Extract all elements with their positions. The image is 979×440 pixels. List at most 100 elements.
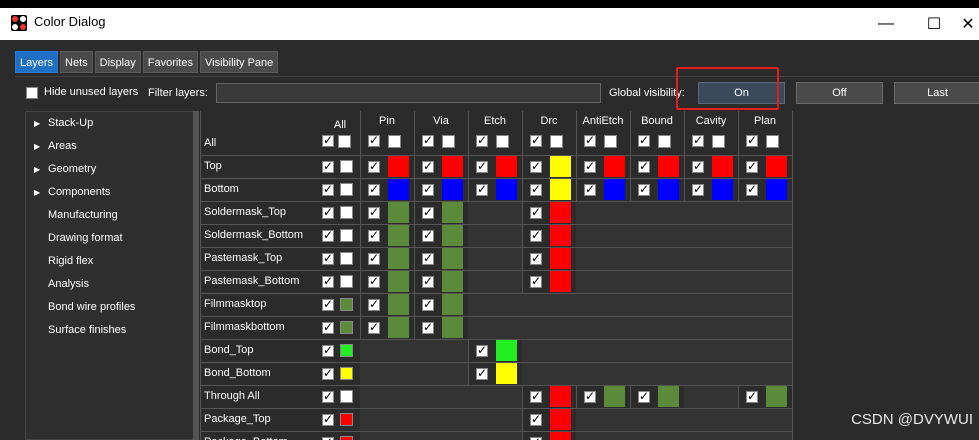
cell-color-swatch[interactable] [658, 386, 679, 407]
row-all-visibility-checkbox[interactable] [322, 366, 334, 380]
cell-visibility-checkbox[interactable] [584, 182, 596, 196]
cell-color-swatch[interactable] [604, 386, 625, 407]
cell-visibility-checkbox[interactable] [584, 389, 596, 403]
cell-color-swatch[interactable] [550, 271, 571, 292]
tree-item-surface-finishes[interactable]: Surface finishes [26, 319, 194, 342]
cell-visibility-checkbox[interactable] [368, 205, 380, 219]
layer-row[interactable]: Package_Bottom [200, 431, 793, 440]
row-all-visibility-checkbox[interactable] [322, 389, 334, 403]
tree-splitter[interactable] [193, 111, 199, 440]
cell-visibility-checkbox[interactable] [746, 159, 758, 173]
layer-row[interactable]: Pastemask_Top [200, 247, 793, 270]
global-visibility-off-button[interactable]: Off [796, 82, 883, 104]
layer-row[interactable]: Bond_Top [200, 339, 793, 362]
cell-color-swatch[interactable] [442, 317, 463, 338]
cell-color-swatch[interactable] [442, 225, 463, 246]
cell-visibility-checkbox[interactable] [530, 412, 542, 426]
row-all-color-swatch[interactable] [340, 390, 353, 403]
cell-color-swatch[interactable] [496, 363, 517, 384]
cell-color-swatch[interactable] [712, 156, 733, 177]
row-all-visibility-checkbox[interactable] [322, 228, 334, 242]
cell-color-swatch[interactable] [388, 248, 409, 269]
cell-visibility-checkbox[interactable] [638, 389, 650, 403]
cell-color-swatch[interactable] [658, 179, 679, 200]
cell-visibility-checkbox[interactable] [476, 159, 488, 173]
cell-color-swatch[interactable] [766, 156, 787, 177]
cell-visibility-checkbox[interactable] [692, 182, 704, 196]
cell-visibility-checkbox[interactable] [530, 251, 542, 265]
cell-color-swatch[interactable] [388, 156, 409, 177]
cell-color-swatch[interactable] [388, 271, 409, 292]
cell-color-swatch[interactable] [550, 179, 571, 200]
cell-color-swatch[interactable] [442, 271, 463, 292]
tree-item-bond-wire-profiles[interactable]: Bond wire profiles [26, 296, 194, 319]
cell-color-swatch[interactable] [388, 225, 409, 246]
expand-arrow-icon[interactable]: ▶ [34, 181, 40, 204]
cell-color-swatch[interactable] [496, 340, 517, 361]
cell-color-swatch[interactable] [388, 179, 409, 200]
cell-visibility-checkbox[interactable] [422, 159, 434, 173]
expand-arrow-icon[interactable]: ▶ [34, 112, 40, 135]
layer-row[interactable]: All [200, 132, 793, 155]
row-all-visibility-checkbox[interactable] [322, 343, 334, 357]
cell-visibility-checkbox[interactable] [746, 389, 758, 403]
cell-visibility-checkbox[interactable] [368, 251, 380, 265]
tree-item-components[interactable]: ▶ Components [26, 181, 194, 204]
expand-arrow-icon[interactable]: ▶ [34, 158, 40, 181]
cell-color-swatch[interactable] [766, 386, 787, 407]
cell-color-swatch[interactable] [442, 248, 463, 269]
row-all-visibility-checkbox[interactable] [322, 320, 334, 334]
cell-color-swatch[interactable] [442, 179, 463, 200]
cell-visibility-checkbox[interactable] [530, 182, 542, 196]
row-all-color-swatch[interactable] [340, 344, 353, 357]
cell-color-swatch[interactable] [550, 432, 571, 440]
layer-row[interactable]: Package_Top [200, 408, 793, 431]
global-visibility-last-button[interactable]: Last [894, 82, 979, 104]
layer-row[interactable]: Filmmaskbottom [200, 316, 793, 339]
row-all-color-swatch[interactable] [340, 275, 353, 288]
cell-visibility-checkbox[interactable] [422, 182, 434, 196]
tab-visibility-pane[interactable]: Visibility Pane [199, 51, 279, 73]
cell-visibility-checkbox[interactable] [368, 228, 380, 242]
cell-visibility-checkbox[interactable] [692, 159, 704, 173]
row-all-color-swatch[interactable] [340, 413, 353, 426]
tab-nets[interactable]: Nets [60, 51, 93, 73]
cell-color-swatch[interactable] [550, 248, 571, 269]
layer-row[interactable]: Top [200, 155, 793, 178]
row-all-visibility-checkbox[interactable] [322, 297, 334, 311]
cell-visibility-checkbox[interactable] [422, 320, 434, 334]
cell-visibility-checkbox[interactable] [368, 297, 380, 311]
cell-visibility-checkbox[interactable] [638, 182, 650, 196]
minimize-icon[interactable]: — [863, 8, 909, 40]
cell-color-swatch[interactable] [604, 179, 625, 200]
cell-color-swatch[interactable] [496, 179, 517, 200]
layer-row[interactable]: Through All [200, 385, 793, 408]
tree-item-manufacturing[interactable]: Manufacturing [26, 204, 194, 227]
cell-color-swatch[interactable] [550, 225, 571, 246]
row-all-color-swatch[interactable] [340, 252, 353, 265]
row-all-visibility-checkbox[interactable] [322, 182, 334, 196]
cell-visibility-checkbox[interactable] [530, 205, 542, 219]
cell-color-swatch[interactable] [442, 156, 463, 177]
tab-display[interactable]: Display [94, 51, 141, 73]
cell-visibility-checkbox[interactable] [422, 297, 434, 311]
filter-layers-input[interactable] [216, 83, 601, 103]
expand-arrow-icon[interactable]: ▶ [34, 135, 40, 158]
row-all-color-swatch[interactable] [340, 367, 353, 380]
row-all-visibility-checkbox[interactable] [322, 412, 334, 426]
cell-visibility-checkbox[interactable] [638, 159, 650, 173]
cell-visibility-checkbox[interactable] [368, 320, 380, 334]
cell-color-swatch[interactable] [766, 179, 787, 200]
layer-row[interactable]: Pastemask_Bottom [200, 270, 793, 293]
row-all-color-swatch[interactable] [340, 160, 353, 173]
cell-visibility-checkbox[interactable] [422, 274, 434, 288]
cell-color-swatch[interactable] [388, 294, 409, 315]
cell-color-swatch[interactable] [658, 156, 679, 177]
row-all-color-swatch[interactable] [340, 298, 353, 311]
tree-item-areas[interactable]: ▶ Areas [26, 135, 194, 158]
row-all-color-swatch[interactable] [340, 183, 353, 196]
row-all-color-swatch[interactable] [340, 229, 353, 242]
row-all-color-swatch[interactable] [340, 321, 353, 334]
row-all-color-swatch[interactable] [340, 206, 353, 219]
cell-visibility-checkbox[interactable] [476, 366, 488, 380]
